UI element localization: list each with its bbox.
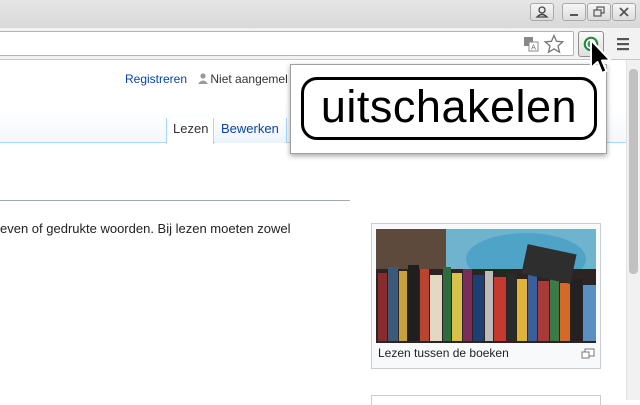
disable-label[interactable]: uitschakelen [301, 77, 597, 140]
browser-toolbar: A [0, 28, 640, 60]
bookshelf-photo[interactable] [376, 229, 596, 343]
thumbnail-box: Lezen tussen de boeken [371, 223, 601, 369]
window-titlebar [0, 0, 640, 28]
not-logged-in-label: Niet aangemel [210, 72, 288, 86]
article-paragraph: even of gedrukte woorden. Bij lezen moet… [0, 221, 291, 236]
translate-icon[interactable]: A [523, 36, 539, 52]
close-icon [619, 7, 629, 17]
tab-read[interactable]: Lezen [166, 118, 214, 144]
svg-text:A: A [531, 44, 536, 52]
vertical-scrollbar[interactable] [626, 60, 640, 400]
heading-divider [0, 200, 350, 201]
register-link[interactable]: Registreren [125, 72, 187, 86]
profile-button[interactable] [530, 3, 554, 21]
second-thumbnail-box [371, 395, 601, 405]
hamburger-menu-icon[interactable] [612, 34, 634, 54]
tab-edit[interactable]: Bewerken [215, 118, 287, 143]
personal-tools: Registreren Niet aangemel [125, 72, 288, 86]
extension-callout: uitschakelen [290, 64, 607, 154]
star-icon[interactable] [543, 33, 565, 55]
restore-icon [593, 6, 605, 17]
minimize-button[interactable] [562, 3, 586, 21]
scrollbar-thumb[interactable] [629, 69, 638, 274]
user-icon [198, 73, 209, 84]
person-icon [535, 6, 549, 18]
restore-button[interactable] [587, 3, 611, 21]
address-bar[interactable]: A [0, 31, 574, 56]
mouse-cursor-icon [590, 39, 612, 74]
close-button[interactable] [612, 3, 636, 21]
magnify-icon[interactable] [581, 348, 595, 359]
minimize-icon [570, 14, 578, 16]
thumbnail-caption: Lezen tussen de boeken [378, 346, 509, 360]
